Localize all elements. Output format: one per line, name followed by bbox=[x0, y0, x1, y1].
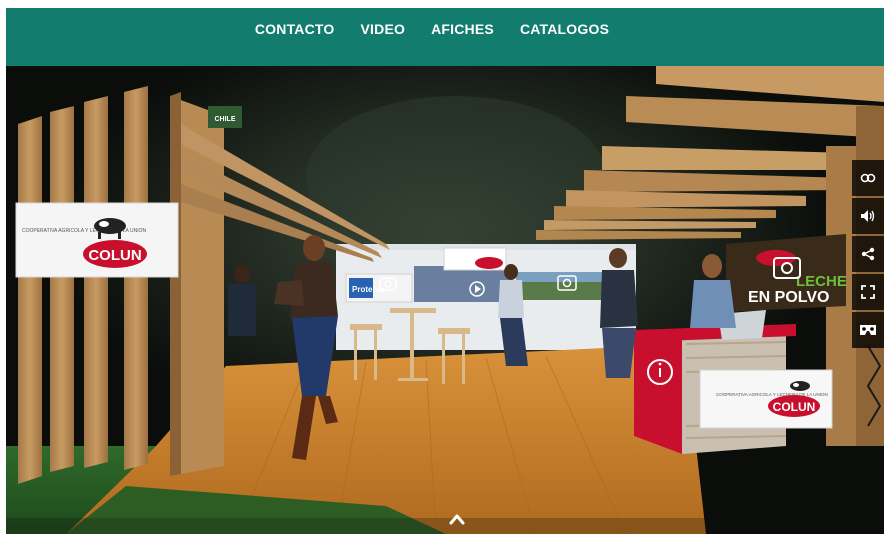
nav-video-link[interactable]: VIDEO bbox=[361, 21, 406, 37]
cardboard-button[interactable] bbox=[852, 312, 884, 348]
nav-catalogos-link[interactable]: CATALOGOS bbox=[520, 21, 609, 37]
counter-sign-tagline: COOPERATIVA AGRICOLA Y LECHERA DE LA UNI… bbox=[716, 392, 828, 397]
nav-afiches-link[interactable]: AFICHES bbox=[431, 21, 494, 37]
counter-cow-icon bbox=[790, 381, 810, 391]
chevron-up-icon[interactable] bbox=[448, 512, 466, 526]
vr-glasses-icon bbox=[860, 173, 876, 183]
right-sign-line2: EN POLVO bbox=[748, 289, 830, 306]
app-frame: CONTACTO VIDEO AFICHES CATALOGOS COOPERA… bbox=[0, 0, 884, 534]
share-icon bbox=[861, 247, 875, 261]
counter-logo-text: COLUN bbox=[773, 400, 816, 414]
top-navbar: CONTACTO VIDEO AFICHES CATALOGOS bbox=[6, 8, 884, 66]
left-sign-tagline: COOPERATIVA AGRICOLA Y LECHERA DE LA UNI… bbox=[22, 228, 147, 234]
cardboard-icon bbox=[860, 325, 876, 335]
right-sign-line1: LECHE bbox=[796, 273, 847, 290]
vr-glasses-button[interactable] bbox=[852, 160, 884, 196]
viewer-toolbar bbox=[852, 160, 884, 348]
top-sign-label: CHILE bbox=[215, 116, 236, 123]
stand-scene-image: COOPERATIVA AGRICOLA Y LECHERA DE LA UNI… bbox=[6, 66, 884, 534]
share-button[interactable] bbox=[852, 236, 884, 272]
volume-button[interactable] bbox=[852, 198, 884, 234]
left-sign-logo-text: COLUN bbox=[88, 247, 141, 264]
fullscreen-icon bbox=[861, 285, 875, 299]
virtual-stand-viewer[interactable]: COOPERATIVA AGRICOLA Y LECHERA DE LA UNI… bbox=[6, 66, 884, 534]
fullscreen-button[interactable] bbox=[852, 274, 884, 310]
nav-links: CONTACTO VIDEO AFICHES CATALOGOS bbox=[6, 8, 884, 50]
nav-contacto-link[interactable]: CONTACTO bbox=[255, 21, 335, 37]
volume-icon bbox=[861, 210, 875, 222]
